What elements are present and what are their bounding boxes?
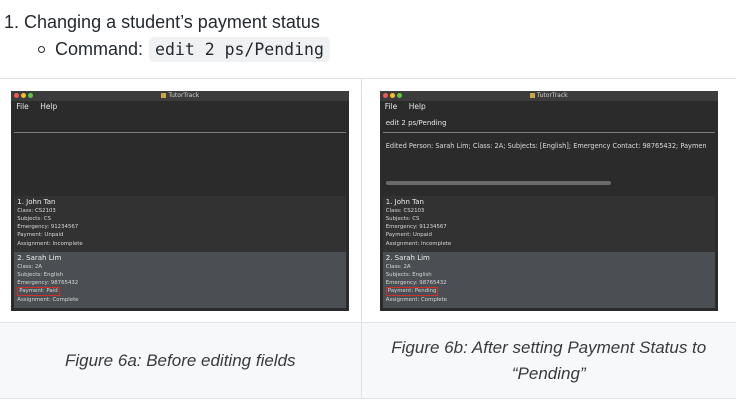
student-assignment: Assignment: Complete <box>17 296 79 303</box>
menu-bar: File Help <box>380 101 718 113</box>
student-payment-highlighted: Payment: Paid <box>17 287 60 296</box>
student-subjects: Subjects: English <box>385 271 432 278</box>
student-subjects: Subjects: English <box>17 271 64 278</box>
window-title: TutorTrack <box>536 91 568 99</box>
title-bar: TutorTrack <box>11 90 350 101</box>
student-payment: Payment: Unpaid <box>17 232 64 239</box>
step-heading: 1. Changing a student’s payment status <box>4 12 320 32</box>
student-payment-highlighted: Payment: Pending <box>385 287 439 296</box>
menu-help[interactable]: Help <box>40 102 57 111</box>
student-emergency: Emergency: 98765432 <box>17 280 79 287</box>
student-list: 1. John Tan Class: CS2103 Subjects: CS E… <box>382 195 715 309</box>
window-title: TutorTrack <box>168 91 200 99</box>
result-display <box>14 136 346 190</box>
menu-help[interactable]: Help <box>409 102 426 111</box>
result-text: Edited Person: Sarah Lim; Class: 2A; Sub… <box>385 141 707 150</box>
student-assignment: Assignment: Complete <box>385 296 447 303</box>
command-label: Command: <box>55 39 144 59</box>
figure-b-caption: Figure 6b: After setting Payment Status … <box>360 322 736 399</box>
menu-bar: File Help <box>11 101 349 113</box>
student-emergency: Emergency: 91234567 <box>385 224 447 231</box>
student-class: Class: 2A <box>17 263 43 270</box>
result-display: Edited Person: Sarah Lim; Class: 2A; Sub… <box>383 136 715 190</box>
horizontal-scrollbar[interactable] <box>385 180 611 185</box>
student-class: Class: CS2103 <box>17 207 56 214</box>
student-name: 1. John Tan <box>385 197 424 206</box>
app-icon <box>529 92 535 98</box>
student-name: 1. John Tan <box>17 197 56 206</box>
student-list: 1. John Tan Class: CS2103 Subjects: CS E… <box>14 195 347 309</box>
student-emergency: Emergency: 98765432 <box>385 280 447 287</box>
app-icon <box>161 92 167 98</box>
student-subjects: Subjects: CS <box>385 215 420 222</box>
student-class: Class: 2A <box>385 263 411 270</box>
student-card-selected[interactable]: 2. Sarah Lim Class: 2A Subjects: English… <box>14 251 347 308</box>
student-assignment: Assignment: Incomplete <box>385 240 452 247</box>
student-name: 2. Sarah Lim <box>385 253 430 262</box>
student-class: Class: CS2103 <box>385 207 425 214</box>
command-line: Command: edit 2 ps/Pending <box>38 37 330 62</box>
command-code: edit 2 ps/Pending <box>149 37 330 62</box>
menu-file[interactable]: File <box>16 102 29 111</box>
student-payment: Payment: Unpaid <box>385 232 432 239</box>
figure-b-cell: TutorTrack File Help edit 2 ps/Pending E… <box>360 78 736 323</box>
figure-a-cell: TutorTrack File Help 1. John Tan Class: … <box>0 78 362 323</box>
student-card-selected[interactable]: 2. Sarah Lim Class: 2A Subjects: English… <box>382 251 715 308</box>
figure-table: TutorTrack File Help 1. John Tan Class: … <box>0 78 736 399</box>
student-card[interactable]: 1. John Tan Class: CS2103 Subjects: CS E… <box>14 195 347 252</box>
student-emergency: Emergency: 91234567 <box>17 224 79 231</box>
title-bar: TutorTrack <box>379 90 718 101</box>
bullet-icon <box>38 46 45 53</box>
student-subjects: Subjects: CS <box>17 215 51 222</box>
app-window-before: TutorTrack File Help 1. John Tan Class: … <box>11 90 350 311</box>
command-input[interactable] <box>14 113 347 133</box>
student-card[interactable]: 1. John Tan Class: CS2103 Subjects: CS E… <box>382 195 715 252</box>
student-name: 2. Sarah Lim <box>17 253 62 262</box>
student-assignment: Assignment: Incomplete <box>17 240 83 247</box>
command-input[interactable]: edit 2 ps/Pending <box>382 113 715 133</box>
figure-a-caption: Figure 6a: Before editing fields <box>0 322 362 399</box>
app-window-after: TutorTrack File Help edit 2 ps/Pending E… <box>379 90 718 311</box>
menu-file[interactable]: File <box>385 102 398 111</box>
